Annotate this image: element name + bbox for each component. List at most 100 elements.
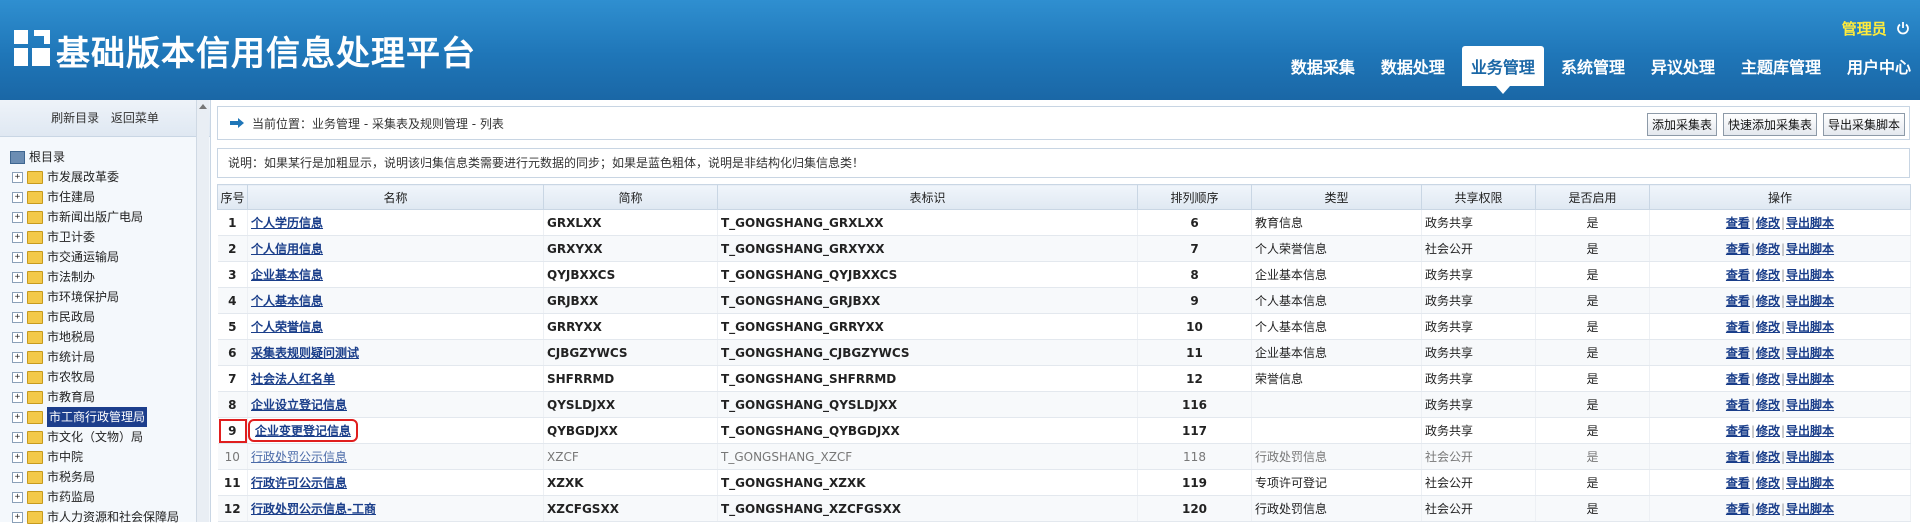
record-name-link[interactable]: 行政许可公示信息 [251,476,347,490]
record-name-link[interactable]: 企业设立登记信息 [251,398,347,412]
export-script-link[interactable]: 导出脚本 [1786,242,1834,256]
tree-item[interactable]: + 市税务局 [10,467,210,487]
edit-link[interactable]: 修改 [1756,450,1780,464]
tree-root-label[interactable]: 根目录 [29,147,65,167]
export-script-link[interactable]: 导出脚本 [1786,502,1834,516]
tree-item-label[interactable]: 市工商行政管理局 [47,407,148,427]
export-script-button[interactable]: 导出采集脚本 [1822,113,1905,136]
tree-item-label[interactable]: 市卫计委 [47,227,95,247]
expand-icon[interactable]: + [12,371,23,383]
tree-item[interactable]: + 市发展改革委 [10,167,210,187]
expand-icon[interactable]: + [12,231,23,243]
tree-item-label[interactable]: 市中院 [47,447,83,467]
view-link[interactable]: 查看 [1726,476,1750,490]
view-link[interactable]: 查看 [1726,450,1750,464]
record-name-link[interactable]: 行政处罚公示信息-工商 [251,502,376,516]
export-script-link[interactable]: 导出脚本 [1786,424,1834,438]
export-script-link[interactable]: 导出脚本 [1786,216,1834,230]
export-script-link[interactable]: 导出脚本 [1786,346,1834,360]
nav-item-6[interactable]: 用户中心 [1838,46,1920,86]
tree-item[interactable]: + 市住建局 [10,187,210,207]
view-link[interactable]: 查看 [1726,294,1750,308]
record-name-link[interactable]: 企业变更登记信息 [255,424,351,438]
expand-icon[interactable]: + [12,351,23,363]
expand-icon[interactable]: + [12,311,23,323]
export-script-link[interactable]: 导出脚本 [1786,320,1834,334]
edit-link[interactable]: 修改 [1756,346,1780,360]
view-link[interactable]: 查看 [1726,320,1750,334]
tree-item-label[interactable]: 市统计局 [47,347,95,367]
expand-icon[interactable]: + [12,191,23,203]
record-name-link[interactable]: 个人基本信息 [251,294,323,308]
export-script-link[interactable]: 导出脚本 [1786,476,1834,490]
tree-item-label[interactable]: 市民政局 [47,307,95,327]
refresh-directory-link[interactable]: 刷新目录 [51,111,99,125]
expand-icon[interactable]: + [12,211,23,223]
quick-add-table-button[interactable]: 快速添加采集表 [1722,113,1817,136]
record-name-link[interactable]: 行政处罚公示信息 [251,450,347,464]
tree-item-label[interactable]: 市新闻出版广电局 [47,207,143,227]
expand-icon[interactable]: + [12,291,23,303]
tree-item[interactable]: + 市环境保护局 [10,287,210,307]
export-script-link[interactable]: 导出脚本 [1786,294,1834,308]
view-link[interactable]: 查看 [1726,502,1750,516]
nav-item-4[interactable]: 异议处理 [1642,46,1724,86]
tree-item-label[interactable]: 市文化（文物）局 [47,427,143,447]
export-script-link[interactable]: 导出脚本 [1786,268,1834,282]
tree-item-label[interactable]: 市地税局 [47,327,95,347]
edit-link[interactable]: 修改 [1756,242,1780,256]
nav-item-5[interactable]: 主题库管理 [1732,46,1830,86]
record-name-link[interactable]: 企业基本信息 [251,268,323,282]
tree-item-label[interactable]: 市环境保护局 [47,287,119,307]
view-link[interactable]: 查看 [1726,372,1750,386]
nav-item-1[interactable]: 数据处理 [1372,46,1454,86]
tree-item-label[interactable]: 市药监局 [47,487,95,507]
expand-icon[interactable]: + [12,411,23,423]
nav-item-3[interactable]: 系统管理 [1552,46,1634,86]
back-menu-link[interactable]: 返回菜单 [111,111,159,125]
edit-link[interactable]: 修改 [1756,476,1780,490]
tree-item-label[interactable]: 市法制办 [47,267,95,287]
expand-icon[interactable]: + [12,251,23,263]
tree-item[interactable]: + 市交通运输局 [10,247,210,267]
tree-item-label[interactable]: 市人力资源和社会保障局 [47,507,179,527]
nav-item-0[interactable]: 数据采集 [1282,46,1364,86]
record-name-link[interactable]: 个人信用信息 [251,242,323,256]
user-name[interactable]: 管理员 [1842,20,1887,38]
tree-item[interactable]: + 市法制办 [10,267,210,287]
edit-link[interactable]: 修改 [1756,502,1780,516]
tree-item[interactable]: + 市教育局 [10,387,210,407]
expand-icon[interactable]: + [12,511,23,523]
tree-item-label[interactable]: 市交通运输局 [47,247,119,267]
edit-link[interactable]: 修改 [1756,320,1780,334]
tree-item[interactable]: + 市卫计委 [10,227,210,247]
tree-item-label[interactable]: 市发展改革委 [47,167,119,187]
expand-icon[interactable]: + [12,171,23,183]
tree-item-label[interactable]: 市农牧局 [47,367,95,387]
record-name-link[interactable]: 个人学历信息 [251,216,323,230]
export-script-link[interactable]: 导出脚本 [1786,372,1834,386]
view-link[interactable]: 查看 [1726,346,1750,360]
record-name-link[interactable]: 个人荣誉信息 [251,320,323,334]
export-script-link[interactable]: 导出脚本 [1786,398,1834,412]
add-table-button[interactable]: 添加采集表 [1646,113,1717,136]
view-link[interactable]: 查看 [1726,242,1750,256]
tree-item-label[interactable]: 市教育局 [47,387,95,407]
expand-icon[interactable]: + [12,451,23,463]
expand-icon[interactable]: + [12,431,23,443]
tree-item[interactable]: + 市农牧局 [10,367,210,387]
tree-item[interactable]: + 市文化（文物）局 [10,427,210,447]
tree-item-label[interactable]: 市税务局 [47,467,95,487]
tree-item[interactable]: + 市工商行政管理局 [10,407,210,427]
user-menu[interactable]: 管理员 [1842,18,1910,39]
view-link[interactable]: 查看 [1726,268,1750,282]
expand-icon[interactable]: + [12,491,23,503]
expand-icon[interactable]: + [12,391,23,403]
record-name-link[interactable]: 采集表规则疑问测试 [251,346,359,360]
scroll-up-icon[interactable] [199,104,207,109]
edit-link[interactable]: 修改 [1756,398,1780,412]
tree-item[interactable]: + 市中院 [10,447,210,467]
view-link[interactable]: 查看 [1726,398,1750,412]
power-icon[interactable] [1896,21,1910,35]
expand-icon[interactable]: + [12,471,23,483]
